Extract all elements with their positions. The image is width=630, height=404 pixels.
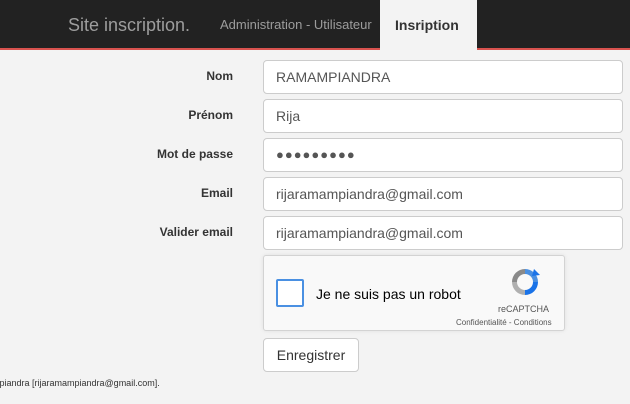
navbar: Site inscription. Administration - Utili… <box>0 0 630 50</box>
email-confirm-label: Valider email <box>159 225 233 239</box>
nom-input[interactable]: RAMAMPIANDRA <box>263 60 623 94</box>
recaptcha-label: Je ne suis pas un robot <box>316 286 461 302</box>
recaptcha-logo-icon <box>512 269 540 295</box>
password-label: Mot de passe <box>156 147 233 161</box>
recaptcha-widget: Je ne suis pas un robot reCAPTCHA Confid… <box>263 255 565 331</box>
recaptcha-checkbox[interactable] <box>276 279 304 307</box>
email-input[interactable]: rijaramampiandra@gmail.com <box>263 177 623 211</box>
tab-inscription[interactable]: Insription <box>380 0 477 50</box>
recaptcha-links[interactable]: Confidentialité - Conditions <box>456 318 552 327</box>
prenom-label: Prénom <box>188 108 233 122</box>
site-brand[interactable]: Site inscription. <box>68 15 190 36</box>
email-label: Email <box>200 186 233 200</box>
nom-label: Nom <box>206 69 233 83</box>
email-confirm-input[interactable]: rijaramampiandra@gmail.com <box>263 216 623 250</box>
password-input[interactable]: ●●●●●●●●● <box>263 138 623 172</box>
prenom-input[interactable]: Rija <box>263 99 623 133</box>
footer-text: mpiandra [rijaramampiandra@gmail.com]. <box>0 378 160 388</box>
recaptcha-brand: reCAPTCHA <box>498 304 550 314</box>
nav-link-administration[interactable]: Administration - Utilisateur <box>220 17 372 32</box>
tab-inscription-label: Insription <box>395 17 459 33</box>
register-button[interactable]: Enregistrer <box>263 338 359 372</box>
